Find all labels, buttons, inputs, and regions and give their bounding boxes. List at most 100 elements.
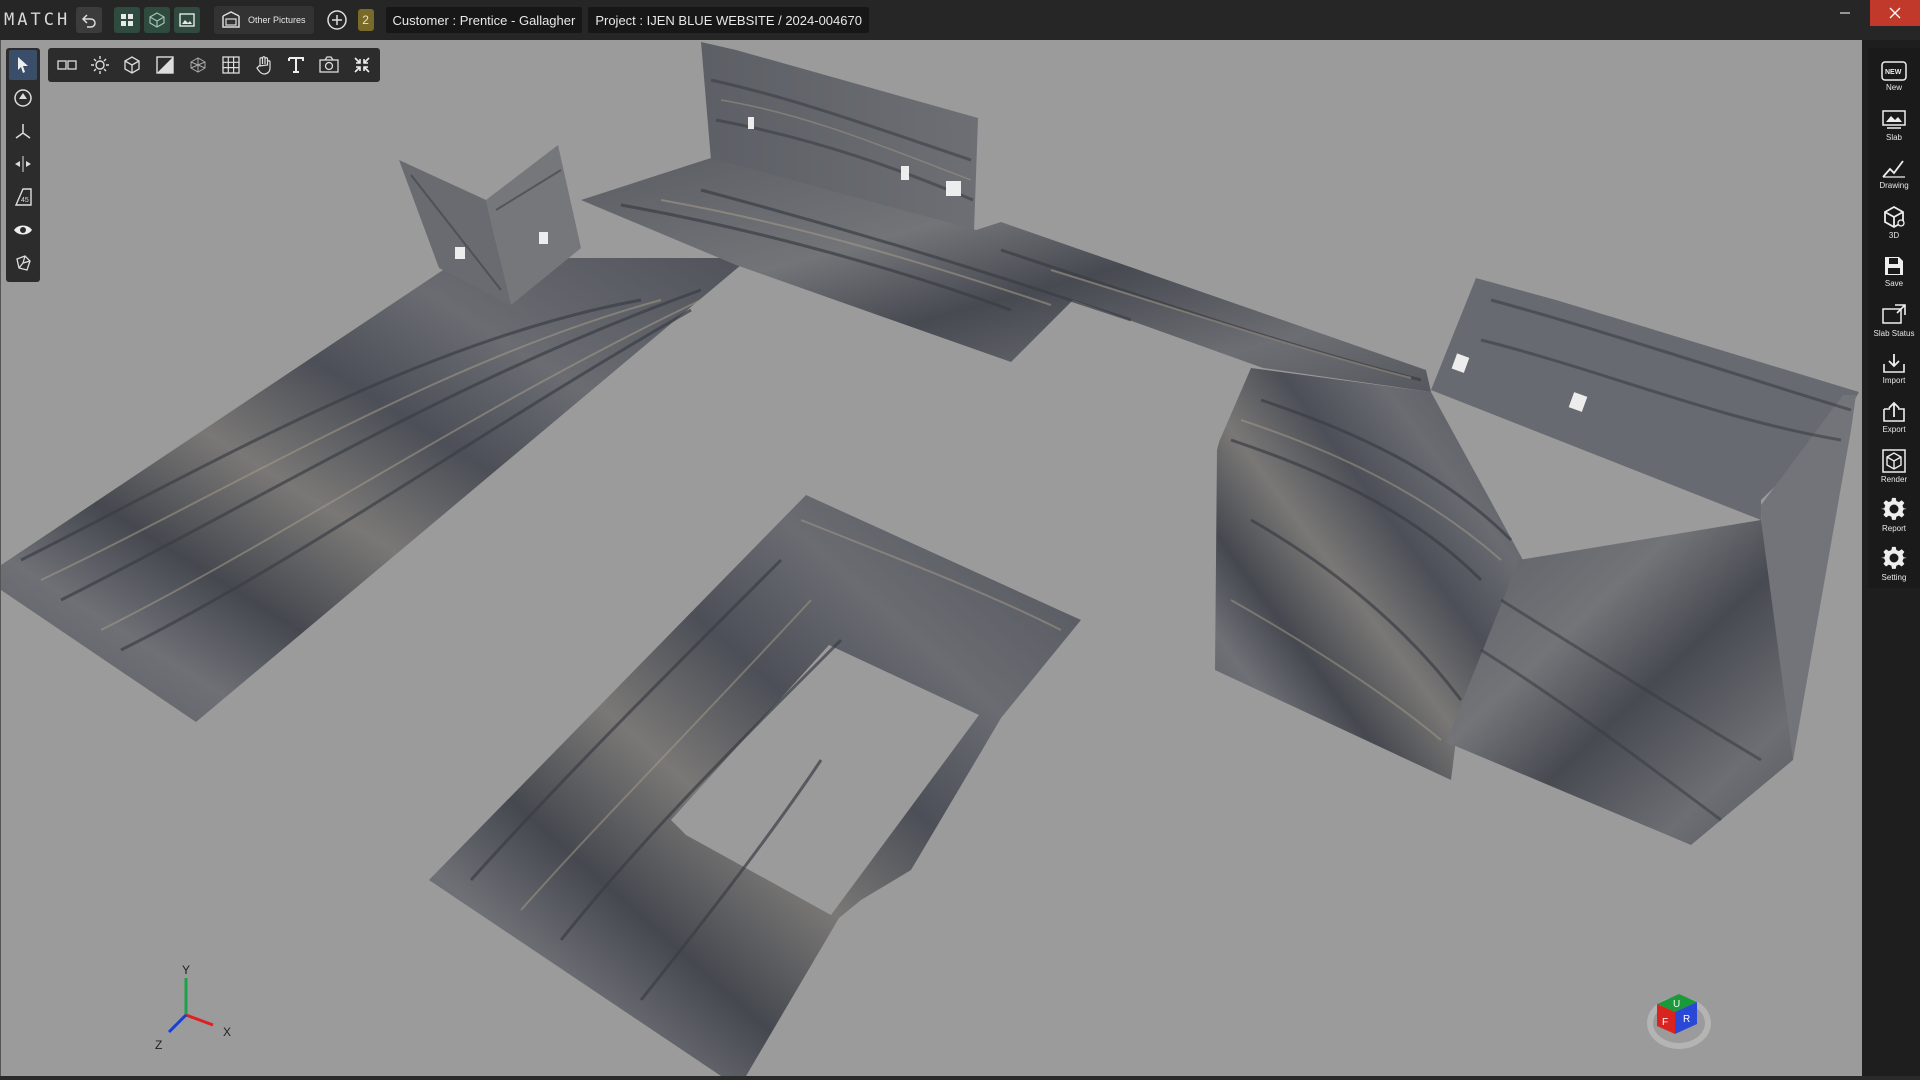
orbit-tool-button[interactable] xyxy=(9,83,37,113)
drawing-icon xyxy=(1882,160,1905,178)
count-badge[interactable]: 2 xyxy=(357,9,374,31)
z-axis-line xyxy=(167,1013,188,1034)
setting-button[interactable]: Setting xyxy=(1870,539,1918,588)
axis-move-icon xyxy=(15,124,31,139)
undo-button[interactable] xyxy=(76,7,102,33)
shade-icon xyxy=(156,56,174,74)
split-icon xyxy=(15,156,31,172)
shade-button[interactable] xyxy=(150,50,180,80)
report-label: Report xyxy=(1881,524,1906,534)
x-axis-line xyxy=(185,1013,214,1027)
3d-button[interactable]: 3D xyxy=(1870,198,1918,247)
slab-icon xyxy=(1882,109,1906,129)
angle-tool-button[interactable]: 45 xyxy=(9,182,37,212)
orbit-icon xyxy=(14,89,32,107)
marble-scene[interactable] xyxy=(1,40,1862,1076)
3d-viewport[interactable]: Y X Z U F R xyxy=(0,40,1862,1076)
setting-gear-icon xyxy=(1881,547,1907,570)
wireframe-icon xyxy=(190,57,206,73)
minimize-button[interactable] xyxy=(1820,0,1870,26)
slab-status-icon xyxy=(1882,303,1906,324)
render-label: Render xyxy=(1880,474,1908,484)
visibility-tool-button[interactable] xyxy=(9,215,37,245)
new-button[interactable]: NEW New xyxy=(1870,52,1918,101)
report-button[interactable]: Report xyxy=(1870,491,1918,540)
angle-45-icon: 45 xyxy=(14,188,32,206)
shape-icon xyxy=(16,255,31,271)
save-label: Save xyxy=(1884,278,1904,288)
drawing-label: Drawing xyxy=(1879,181,1909,191)
x-axis-label: X xyxy=(223,1025,231,1039)
grid-icon xyxy=(222,56,240,74)
other-pictures-button[interactable]: Other Pictures xyxy=(214,6,314,34)
right-action-panel: NEW New Slab Drawing 3D Save Slab Status… xyxy=(1868,48,1920,588)
app-window: MATCH Other Pictures 2 Customer : Prenti… xyxy=(0,0,1920,1080)
3d-box-icon xyxy=(149,12,165,28)
pan-button[interactable] xyxy=(249,50,279,80)
setting-label: Setting xyxy=(1881,573,1907,583)
picture-icon xyxy=(179,13,195,27)
customer-label: Customer : Prentice - Gallagher xyxy=(385,7,583,33)
close-icon xyxy=(1889,7,1901,19)
cube-top-label: U xyxy=(1673,999,1680,1010)
axis-tool-button[interactable] xyxy=(9,116,37,146)
slab-status-button[interactable]: Slab Status xyxy=(1870,296,1918,345)
layout-view-button[interactable] xyxy=(114,7,140,33)
axis-gizmo: Y X Z xyxy=(155,963,231,1050)
app-logo: MATCH xyxy=(4,10,71,30)
close-button[interactable] xyxy=(1870,0,1920,26)
3d-view-button[interactable] xyxy=(144,7,170,33)
light-icon xyxy=(90,56,109,74)
y-axis-label: Y xyxy=(182,963,190,977)
new-label: New xyxy=(1885,82,1902,92)
view-toolbar xyxy=(48,48,380,82)
slab-button[interactable]: Slab xyxy=(1870,101,1918,150)
eye-icon xyxy=(14,225,32,235)
minimize-icon xyxy=(1840,12,1850,14)
project-label: Project : IJEN BLUE WEBSITE / 2024-00467… xyxy=(588,7,869,33)
grid-view-icon xyxy=(121,14,133,26)
shape-tool-button[interactable] xyxy=(9,248,37,278)
slab-label: Slab xyxy=(1885,132,1902,142)
box-view-button[interactable] xyxy=(118,50,148,80)
new-icon: NEW xyxy=(1881,61,1907,81)
grid-button[interactable] xyxy=(216,50,246,80)
select-tool-button[interactable] xyxy=(9,50,37,80)
import-label: Import xyxy=(1882,376,1906,386)
render-icon xyxy=(1882,448,1906,473)
window-controls xyxy=(1820,0,1920,26)
bottom-border xyxy=(0,1076,1920,1080)
render-button[interactable]: Render xyxy=(1870,442,1918,491)
collapse-icon xyxy=(354,57,370,73)
plus-circle-icon xyxy=(326,10,347,30)
3d-cube-icon xyxy=(1884,206,1905,229)
pan-hand-icon xyxy=(255,56,271,75)
add-button[interactable] xyxy=(324,7,350,33)
import-button[interactable]: Import xyxy=(1870,344,1918,393)
split-tool-button[interactable] xyxy=(9,149,37,179)
island-counter[interactable] xyxy=(429,495,1081,1076)
cube-right-label: R xyxy=(1683,1014,1690,1025)
image-view-button[interactable] xyxy=(174,7,200,33)
export-button[interactable]: Export xyxy=(1870,393,1918,442)
svg-text:NEW: NEW xyxy=(1885,69,1902,76)
left-counter[interactable] xyxy=(1,258,741,722)
z-axis-label: Z xyxy=(155,1038,162,1050)
light-button[interactable] xyxy=(85,50,115,80)
left-toolbar: 45 xyxy=(6,48,40,282)
view-cube[interactable]: U F R xyxy=(1641,980,1721,1060)
text-button[interactable] xyxy=(282,50,312,80)
drawing-button[interactable]: Drawing xyxy=(1870,149,1918,198)
import-icon xyxy=(1883,354,1905,374)
wireframe-button[interactable] xyxy=(183,50,213,80)
pictures-stack-icon xyxy=(222,11,240,28)
3d-label: 3D xyxy=(1888,231,1900,241)
save-button[interactable]: Save xyxy=(1870,247,1918,296)
collapse-button[interactable] xyxy=(347,50,377,80)
export-label: Export xyxy=(1882,425,1906,434)
svg-text:45: 45 xyxy=(21,197,29,204)
dual-view-button[interactable] xyxy=(52,50,82,80)
camera-button[interactable] xyxy=(314,50,344,80)
export-icon xyxy=(1883,401,1905,422)
dual-view-icon xyxy=(57,60,77,70)
